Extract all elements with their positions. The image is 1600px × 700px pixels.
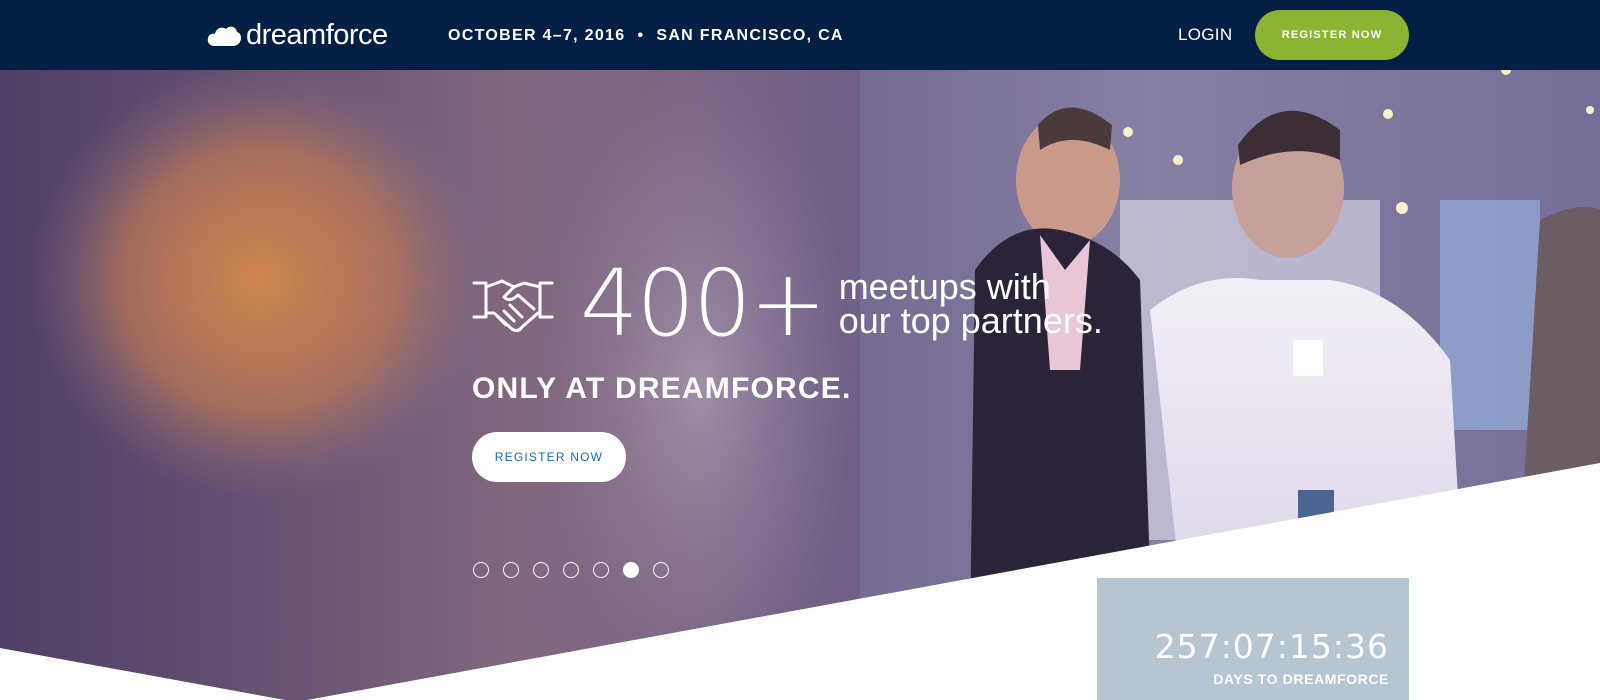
- carousel-dot-7[interactable]: [653, 562, 669, 578]
- hero-content: 400+ meetups with our top partners. ONLY…: [472, 258, 1103, 482]
- countdown-label: DAYS TO DREAMFORCE: [1213, 671, 1389, 687]
- cloud-icon: [207, 26, 241, 46]
- logo-text: dreamforce: [246, 18, 388, 51]
- stat-description-line-2: our top partners.: [838, 300, 1103, 341]
- register-now-button[interactable]: REGISTER NOW: [1255, 10, 1409, 60]
- carousel-dot-3[interactable]: [533, 562, 549, 578]
- stat-row: 400+ meetups with our top partners.: [472, 258, 1103, 350]
- hero-register-now-button[interactable]: REGISTER NOW: [472, 432, 626, 482]
- dreamforce-logo[interactable]: dreamforce: [206, 18, 388, 52]
- countdown-timer: 257:07:15:36: [1154, 627, 1389, 666]
- carousel-dot-5[interactable]: [593, 562, 609, 578]
- stat-description: meetups with our top partners.: [838, 266, 1103, 341]
- hero-banner: 400+ meetups with our top partners. ONLY…: [0, 70, 1600, 700]
- event-location: SAN FRANCISCO, CA: [656, 27, 844, 44]
- carousel-pagination: [473, 562, 669, 578]
- handshake-icon: [472, 279, 554, 333]
- hero-tagline: ONLY AT DREAMFORCE.: [472, 372, 852, 405]
- countdown-box: 257:07:15:36 DAYS TO DREAMFORCE: [1097, 578, 1409, 700]
- carousel-dot-1[interactable]: [473, 562, 489, 578]
- stat-description-line-1: meetups with: [838, 266, 1051, 307]
- carousel-dot-2[interactable]: [503, 562, 519, 578]
- carousel-dot-4[interactable]: [563, 562, 579, 578]
- event-info: OCTOBER 4–7, 2016 • SAN FRANCISCO, CA: [448, 27, 844, 45]
- top-navigation: dreamforce OCTOBER 4–7, 2016 • SAN FRANCIS…: [0, 0, 1600, 70]
- carousel-dot-6[interactable]: [623, 562, 639, 578]
- stat-number: 400+: [580, 250, 827, 357]
- event-dates: OCTOBER 4–7, 2016: [448, 27, 626, 44]
- login-link[interactable]: LOGIN: [1178, 25, 1232, 45]
- separator-dot: •: [637, 27, 645, 44]
